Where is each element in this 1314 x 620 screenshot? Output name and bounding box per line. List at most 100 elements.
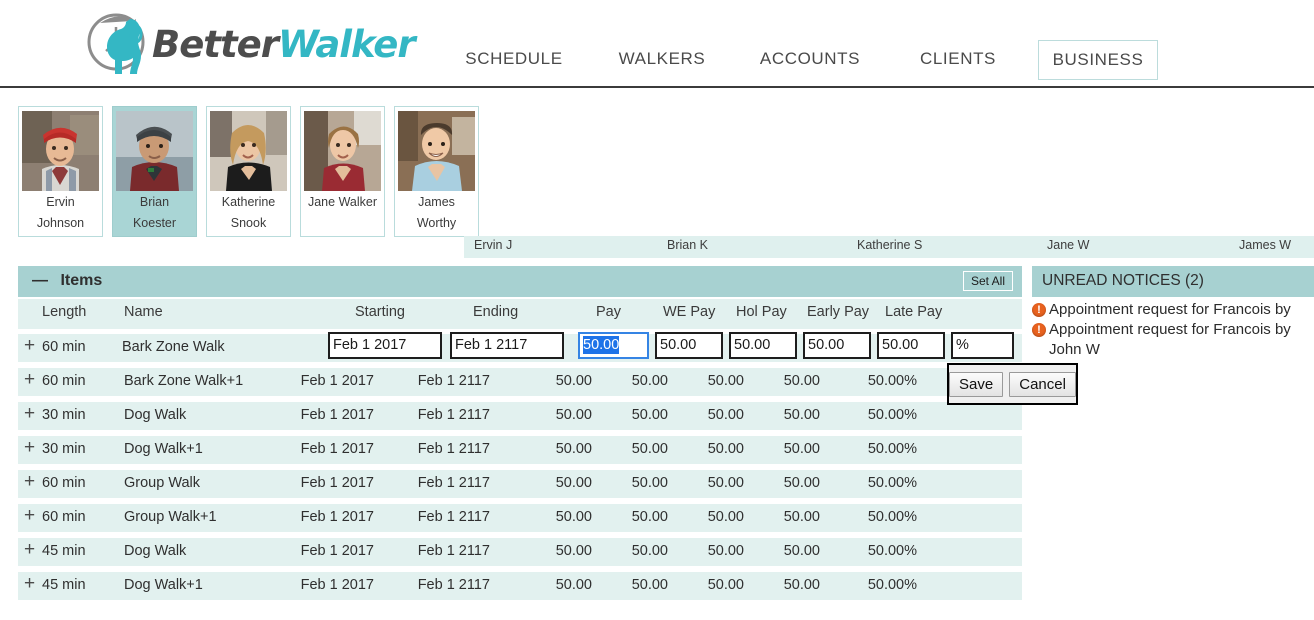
nav-item-business[interactable]: BUSINESS	[1038, 40, 1158, 80]
column-header-we-pay: WE Pay	[663, 304, 716, 320]
notice-item[interactable]: ! Appointment request for Francois by	[1032, 300, 1314, 320]
early-pay-input[interactable]: 50.00	[803, 332, 871, 359]
column-header-name: Name	[124, 304, 163, 320]
expand-row-icon[interactable]: +	[24, 336, 39, 355]
save-cancel-popup: Save Cancel	[947, 363, 1078, 405]
set-all-button[interactable]: Set All	[962, 271, 1013, 291]
cell-ending: Feb 1 2117	[417, 441, 490, 457]
walker-card-brian-koester[interactable]: Brian Koester	[112, 106, 197, 237]
cell-early-pay: 50.00	[783, 407, 820, 423]
cell-we-pay: 50.00	[631, 441, 668, 457]
cell-starting: Feb 1 2017	[300, 441, 374, 457]
cell-starting: Feb 1 2017	[300, 373, 374, 389]
cell-late-pay: 50.00%	[867, 475, 917, 491]
site-header: BetterWalker SCHEDULE WALKERS ACCOUNTS C…	[0, 0, 1314, 88]
items-column-headers: Length Name Starting Ending Pay WE Pay H…	[18, 299, 1022, 329]
table-row[interactable]: + 60 min Bark Zone Walk Feb 1 2017 Feb 1…	[18, 332, 1022, 362]
we-pay-input[interactable]: 50.00	[655, 332, 723, 359]
notices-panel-header: UNREAD NOTICES (2)	[1032, 266, 1314, 297]
expand-row-icon[interactable]: +	[24, 370, 39, 389]
walker-name-first: Ervin	[46, 195, 75, 209]
walker-column-james-w: James W	[1239, 238, 1292, 252]
save-button[interactable]: Save	[949, 371, 1004, 397]
cell-we-pay: 50.00	[631, 407, 668, 423]
nav-item-clients[interactable]: CLIENTS	[884, 40, 1032, 78]
table-row[interactable]: + 60 min Group Walk+1 Feb 1 2017 Feb 1 2…	[18, 504, 1022, 532]
starting-date-input[interactable]: Feb 1 2017	[328, 332, 442, 359]
table-row[interactable]: + 60 min Group Walk Feb 1 2017 Feb 1 211…	[18, 470, 1022, 498]
notice-text: Appointment request for Francois by	[1049, 301, 1291, 318]
cell-late-pay: 50.00%	[867, 407, 917, 423]
nav-item-schedule[interactable]: SCHEDULE	[440, 40, 588, 78]
cell-we-pay: 50.00	[631, 543, 668, 559]
cancel-button[interactable]: Cancel	[1009, 371, 1076, 397]
notice-item[interactable]: ! Appointment request for Francois by Jo…	[1032, 320, 1314, 360]
expand-row-icon[interactable]: +	[24, 506, 39, 525]
table-row[interactable]: + 45 min Dog Walk Feb 1 2017 Feb 1 2117 …	[18, 538, 1022, 566]
nav-item-accounts[interactable]: ACCOUNTS	[736, 40, 884, 78]
walker-name-first: James	[418, 195, 455, 209]
alert-icon: !	[1032, 323, 1046, 337]
walker-card-james-worthy[interactable]: James Worthy	[394, 106, 479, 237]
cell-starting: Feb 1 2017	[300, 407, 374, 423]
cell-ending: Feb 1 2117	[417, 407, 490, 423]
cell-ending: Feb 1 2117	[417, 543, 490, 559]
cell-hol-pay: 50.00	[707, 509, 744, 525]
avatar	[398, 111, 475, 191]
expand-row-icon[interactable]: +	[24, 472, 39, 491]
percent-input[interactable]: %	[951, 332, 1014, 359]
cell-early-pay: 50.00	[783, 441, 820, 457]
cell-length: 60 min	[42, 339, 86, 355]
logo[interactable]: BetterWalker	[86, 8, 416, 80]
cell-early-pay: 50.00	[783, 373, 820, 389]
cell-early-pay: 50.00	[783, 475, 820, 491]
table-row[interactable]: + 30 min Dog Walk Feb 1 2017 Feb 1 2117 …	[18, 402, 1022, 430]
cell-early-pay: 50.00	[783, 509, 820, 525]
cell-pay: 50.00	[555, 373, 592, 389]
cell-hol-pay: 50.00	[707, 543, 744, 559]
walker-card-jane-walker[interactable]: Jane Walker	[300, 106, 385, 237]
late-pay-input[interactable]: 50.00	[877, 332, 945, 359]
pay-input-selected-value: 50.00	[583, 336, 620, 354]
cell-early-pay: 50.00	[783, 543, 820, 559]
table-row[interactable]: + 60 min Bark Zone Walk+1 Feb 1 2017 Feb…	[18, 368, 1022, 396]
cell-length: 60 min	[42, 373, 86, 389]
collapse-icon[interactable]: —	[32, 272, 48, 289]
expand-row-icon[interactable]: +	[24, 574, 39, 593]
column-header-early-pay: Early Pay	[807, 304, 870, 320]
cell-length: 30 min	[42, 441, 86, 457]
walker-card-katherine-snook[interactable]: Katherine Snook	[206, 106, 291, 237]
cell-we-pay: 50.00	[631, 475, 668, 491]
logo-word-walker: Walker	[278, 22, 416, 66]
cell-length: 30 min	[42, 407, 86, 423]
cell-we-pay: 50.00	[631, 373, 668, 389]
ending-date-input[interactable]: Feb 1 2117	[450, 332, 564, 359]
cell-late-pay: 50.00%	[867, 441, 917, 457]
walker-name-first: Jane Walker	[307, 195, 377, 209]
expand-row-icon[interactable]: +	[24, 404, 39, 423]
cell-name: Dog Walk	[124, 543, 187, 559]
column-header-pay: Pay	[596, 304, 621, 320]
walker-card-ervin-johnson[interactable]: Ervin Johnson	[18, 106, 103, 237]
items-row-list: + 60 min Bark Zone Walk Feb 1 2017 Feb 1…	[18, 332, 1022, 606]
walker-name-last: Johnson	[36, 216, 85, 230]
cell-name: Dog Walk+1	[124, 441, 203, 457]
column-header-late-pay: Late Pay	[885, 304, 943, 320]
nav-item-walkers[interactable]: WALKERS	[588, 40, 736, 78]
items-panel-header: — Items Set All	[18, 266, 1022, 297]
column-header-starting: Starting	[355, 304, 405, 320]
pay-input[interactable]: 50.00	[578, 332, 649, 359]
avatar	[22, 111, 99, 191]
cell-starting: Feb 1 2017	[300, 543, 374, 559]
cell-length: 45 min	[42, 577, 86, 593]
hol-pay-input[interactable]: 50.00	[729, 332, 797, 359]
table-row[interactable]: + 45 min Dog Walk+1 Feb 1 2017 Feb 1 211…	[18, 572, 1022, 600]
cell-name: Group Walk	[124, 475, 201, 491]
expand-row-icon[interactable]: +	[24, 438, 39, 457]
cell-late-pay: 50.00%	[867, 509, 917, 525]
table-row[interactable]: + 30 min Dog Walk+1 Feb 1 2017 Feb 1 211…	[18, 436, 1022, 464]
notices-title: UNREAD NOTICES (2)	[1042, 272, 1204, 289]
expand-row-icon[interactable]: +	[24, 540, 39, 559]
cell-late-pay: 50.00%	[867, 577, 917, 593]
notices-list: ! Appointment request for Francois by ! …	[1032, 300, 1314, 360]
